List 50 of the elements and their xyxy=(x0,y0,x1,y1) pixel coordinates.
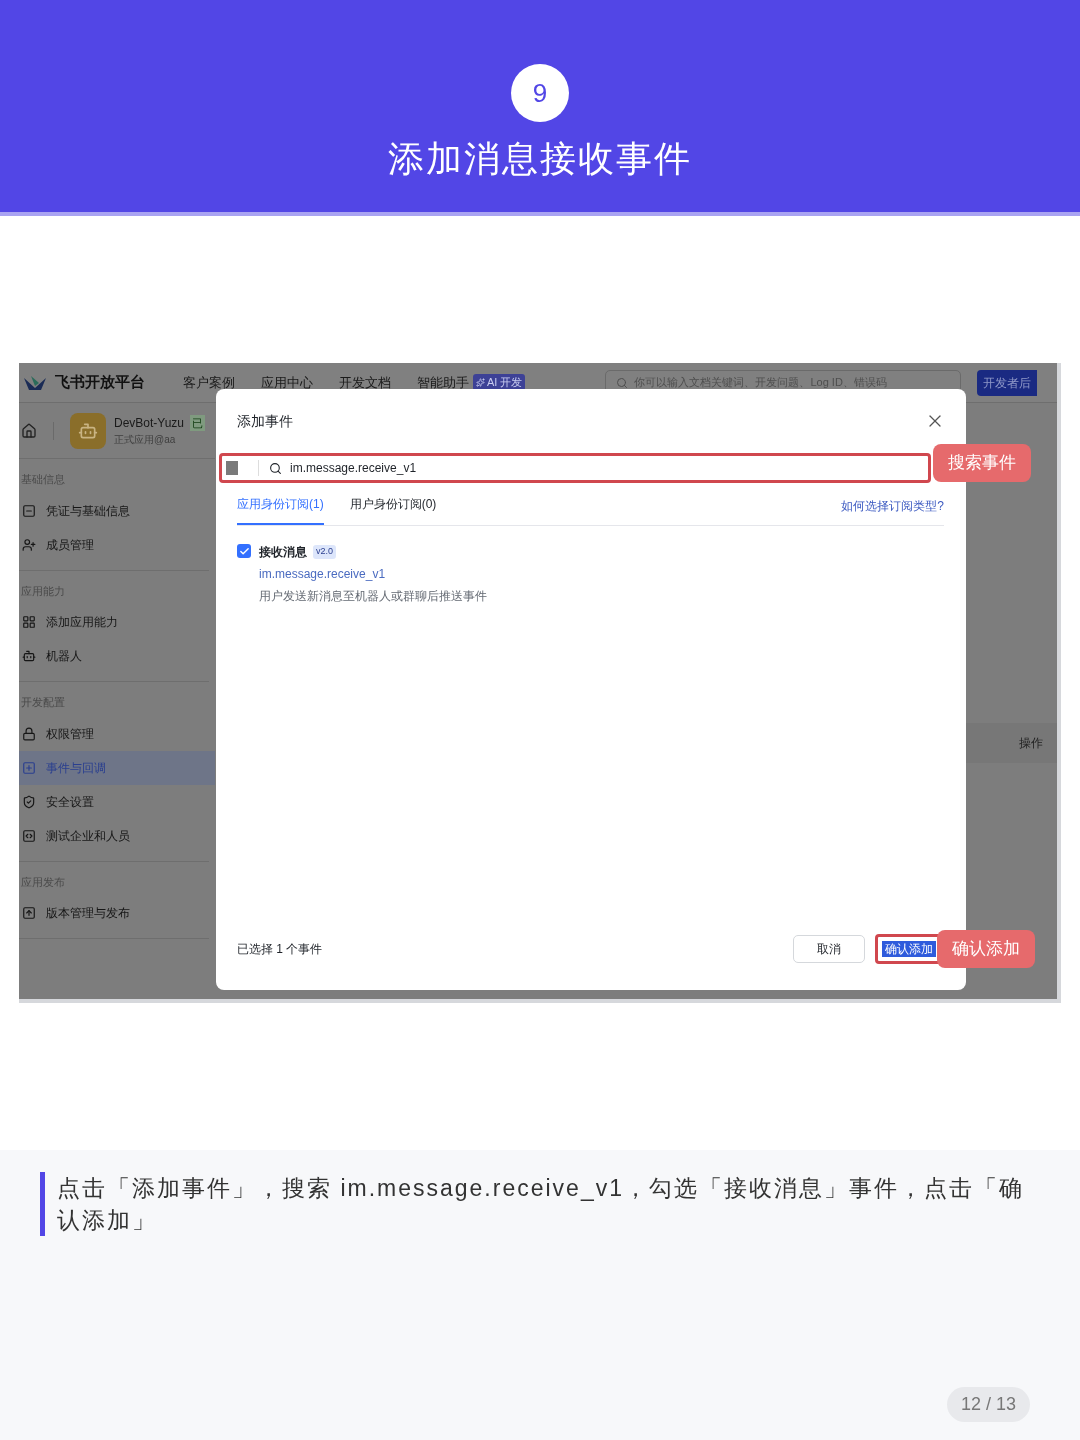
square-plus-icon xyxy=(22,760,36,775)
nav-link[interactable]: 应用中心 xyxy=(261,372,313,393)
event-name: 接收消息 xyxy=(259,544,307,561)
robot-icon xyxy=(22,649,36,663)
developer-console-button[interactable]: 开发者后 xyxy=(977,369,1038,396)
event-checkbox[interactable] xyxy=(237,544,251,558)
ai-badge: AI 开发 xyxy=(473,374,526,391)
sidebar-item[interactable]: 安全设置 xyxy=(19,784,209,819)
annotation-callout: 搜索事件 xyxy=(933,444,1031,482)
lock-icon xyxy=(22,726,36,741)
nav-link[interactable]: 开发文档 xyxy=(339,372,391,393)
sidebar-item[interactable]: 版本管理与发布 xyxy=(19,896,209,930)
app-name: DevBot-Yuzu xyxy=(114,415,185,432)
sidebar-item[interactable]: 测试企业和人员 xyxy=(19,818,209,853)
user-plus-icon xyxy=(22,537,36,552)
help-link[interactable]: 如何选择订阅类型? xyxy=(841,497,944,525)
search-input[interactable]: im.message.receive_v1 xyxy=(290,459,850,477)
status-badge: 已 xyxy=(190,414,206,432)
event-search-field[interactable]: im.message.receive_v1 xyxy=(219,453,931,483)
event-code: im.message.receive_v1 xyxy=(259,566,387,583)
sidebar-item[interactable]: 凭证与基础信息 xyxy=(19,493,209,528)
code-square-icon xyxy=(22,828,36,843)
sidebar-item[interactable]: 权限管理 xyxy=(19,716,209,751)
dialog-title: 添加事件 xyxy=(237,411,293,431)
caption-text: 点击「添加事件」，搜索 im.message.receive_v1，勾选「接收消息」事件，点击「确认添加」 xyxy=(57,1174,1025,1235)
page-indicator: 12 / 13 xyxy=(946,1387,1030,1422)
step-number: 9 xyxy=(511,64,569,122)
shield-check-icon xyxy=(22,794,36,809)
annotation-callout: 确认添加 xyxy=(937,930,1035,968)
upload-square-icon xyxy=(22,906,36,920)
subscription-tab[interactable]: 用户身份订阅(0) xyxy=(349,495,437,525)
bird-logo-icon xyxy=(23,373,47,392)
app-avatar xyxy=(70,412,106,449)
sidebar-item[interactable]: 成员管理 xyxy=(19,527,209,562)
cancel-button[interactable]: 取消 xyxy=(793,935,865,963)
subscription-tab[interactable]: 应用身份订阅(1) xyxy=(237,495,324,525)
nav-link[interactable]: 智能助手 xyxy=(417,372,469,393)
version-tag: v2.0 xyxy=(313,545,336,559)
search-icon xyxy=(616,376,629,389)
platform-name: 飞书开放平台 xyxy=(55,372,145,393)
sidebar-item[interactable]: 添加应用能力 xyxy=(19,605,209,639)
event-description: 用户发送新消息至机器人或群聊后推送事件 xyxy=(259,588,487,605)
nav-link[interactable]: 客户案例 xyxy=(183,372,235,393)
column-header: 操作 xyxy=(1019,735,1043,752)
square-icon xyxy=(226,461,238,475)
sidebar-item[interactable]: 机器人 xyxy=(19,639,209,673)
home-icon[interactable] xyxy=(21,422,37,439)
selected-count: 已选择 1 个事件 xyxy=(237,941,323,958)
slide-title: 添加消息接收事件 xyxy=(388,137,692,181)
search-icon xyxy=(269,461,282,475)
